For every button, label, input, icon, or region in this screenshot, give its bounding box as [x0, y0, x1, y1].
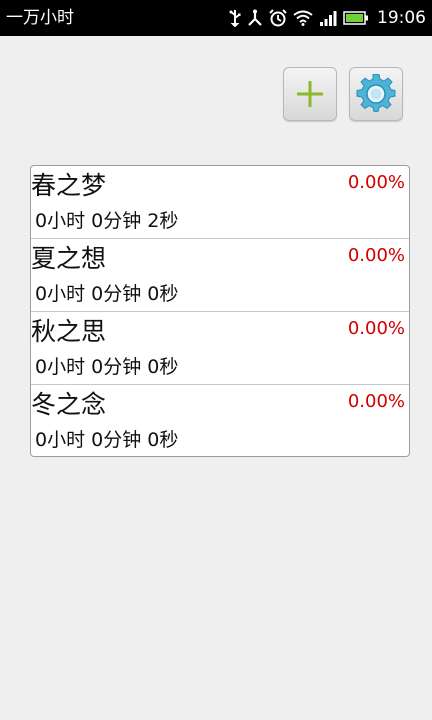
status-bar: 一万小时 19:06 — [0, 0, 432, 36]
timer-item[interactable]: 夏之想 0.00% 0小时 0分钟 0秒 — [31, 239, 409, 312]
timer-name: 秋之思 — [31, 317, 107, 346]
timer-list: 春之梦 0.00% 0小时 0分钟 2秒 夏之想 0.00% 0小时 0分钟 0… — [30, 165, 410, 457]
timer-name: 夏之想 — [31, 244, 107, 273]
signal-icon — [319, 10, 337, 26]
timer-percent: 0.00% — [347, 391, 405, 412]
share-icon — [247, 9, 263, 27]
timer-duration: 0小时 0分钟 0秒 — [35, 283, 179, 305]
timer-item[interactable]: 春之梦 0.00% 0小时 0分钟 2秒 — [31, 166, 409, 239]
timer-duration: 0小时 0分钟 0秒 — [35, 356, 179, 378]
usb-icon — [229, 9, 241, 27]
settings-button[interactable] — [349, 67, 403, 121]
timer-percent: 0.00% — [347, 245, 405, 266]
clock: 19:06 — [377, 8, 426, 28]
plus-icon — [297, 81, 323, 107]
timer-duration: 0小时 0分钟 2秒 — [35, 210, 179, 232]
timer-percent: 0.00% — [347, 172, 405, 193]
timer-name: 冬之念 — [31, 390, 107, 419]
alarm-icon — [269, 9, 287, 27]
battery-icon — [343, 10, 369, 26]
status-icons: 19:06 — [229, 5, 426, 31]
timer-item[interactable]: 秋之思 0.00% 0小时 0分钟 0秒 — [31, 312, 409, 385]
wifi-icon — [293, 10, 313, 26]
timer-percent: 0.00% — [347, 318, 405, 339]
timer-name: 春之梦 — [31, 171, 107, 200]
notification-app-title: 一万小时 — [6, 8, 74, 28]
add-timer-button[interactable] — [283, 67, 337, 121]
gear-icon — [356, 74, 396, 112]
timer-item[interactable]: 冬之念 0.00% 0小时 0分钟 0秒 — [31, 385, 409, 456]
timer-duration: 0小时 0分钟 0秒 — [35, 429, 179, 451]
